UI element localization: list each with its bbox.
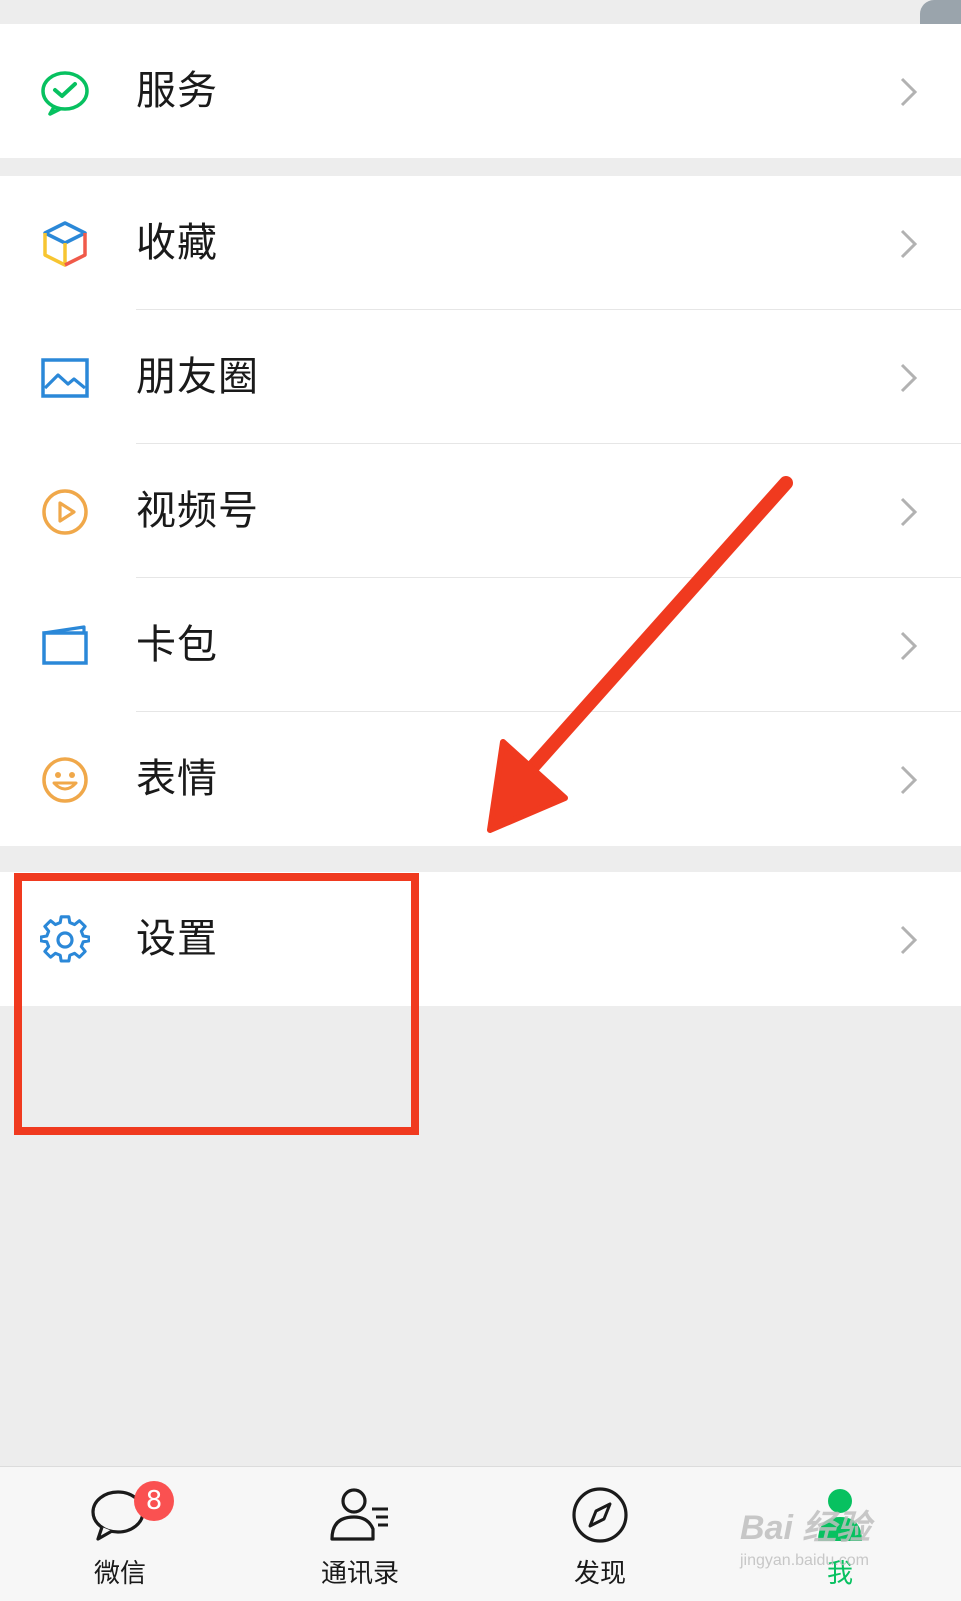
chevron-right-icon: [900, 631, 918, 661]
unread-badge: 8: [134, 1481, 174, 1521]
channels-play-icon: [42, 489, 88, 535]
menu-item-moments[interactable]: 朋友圈: [0, 310, 961, 444]
card-wallet-icon: [42, 625, 88, 665]
chevron-right-icon: [900, 229, 918, 259]
chevron-right-icon: [900, 925, 918, 955]
wechat-pay-icon: [41, 71, 89, 116]
compass-icon: [572, 1487, 628, 1543]
tab-label: 通讯录: [320, 1559, 399, 1589]
menu-item-label: 收藏: [136, 220, 218, 266]
chevron-right-icon: [900, 77, 918, 107]
menu-item-label: 服务: [136, 68, 218, 114]
menu-group-service: 服务: [0, 24, 961, 158]
tab-label: 发现: [573, 1559, 626, 1589]
watermark-brand: Bai 经验: [740, 1509, 871, 1547]
tab-discover[interactable]: 发现: [530, 1467, 670, 1601]
menu-item-channels[interactable]: 视频号: [0, 444, 961, 578]
favorites-cube-icon: [43, 221, 87, 267]
chevron-right-icon: [900, 765, 918, 795]
chevron-right-icon: [900, 363, 918, 393]
menu-item-label: 视频号: [136, 488, 259, 534]
smiley-icon: [42, 757, 88, 803]
menu-group-main: 收藏 朋友圈 视频号 卡包 表情: [0, 176, 961, 846]
tab-contacts[interactable]: 通讯录: [290, 1467, 430, 1601]
contacts-icon: [330, 1488, 388, 1541]
menu-item-cards[interactable]: 卡包: [0, 578, 961, 712]
top-strip: [0, 0, 961, 22]
menu-item-stickers[interactable]: 表情: [0, 712, 961, 846]
menu-item-favorites[interactable]: 收藏: [0, 176, 961, 310]
chevron-right-icon: [900, 497, 918, 527]
menu-item-label: 表情: [136, 756, 218, 802]
menu-item-label: 朋友圈: [136, 354, 259, 400]
watermark: Bai 经验 jingyan.baidu.com: [740, 1500, 930, 1580]
menu-item-service[interactable]: 服务: [0, 24, 961, 158]
tab-label: 微信: [93, 1559, 146, 1589]
menu-item-label: 卡包: [136, 622, 218, 668]
watermark-url: jingyan.baidu.com: [740, 1552, 869, 1569]
tab-chats[interactable]: 8 微信: [50, 1467, 190, 1601]
highlight-box: [14, 873, 419, 1135]
moments-picture-icon: [41, 358, 89, 398]
